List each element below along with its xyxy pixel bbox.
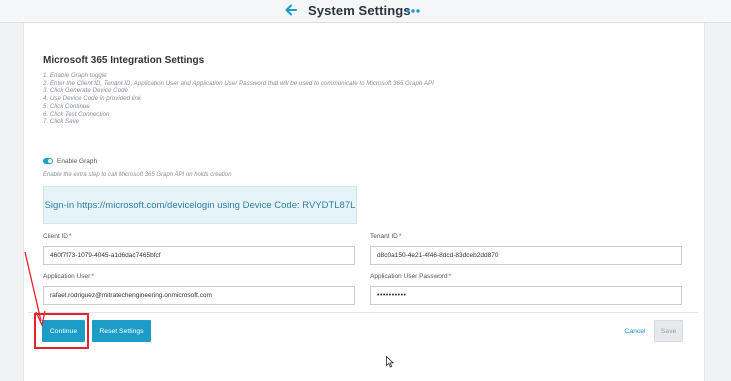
device-code-suffix: using Device Code: RVYDTL87L xyxy=(214,200,356,211)
enable-graph-label: Enable Graph xyxy=(57,158,98,165)
app-user-value: rafael.rodriguez@mitratechengineering.on… xyxy=(50,292,212,299)
tenant-id-label-text: Tenant ID xyxy=(370,233,398,240)
tenant-id-field[interactable]: d8c0a150-4e21-4f46-8dcd-83dceb2dd870 xyxy=(370,246,682,265)
client-id-field[interactable]: 460f7f73-1079-4045-a1d6dac7465bfcf xyxy=(43,246,355,265)
tenant-id-value: d8c0a150-4e21-4f46-8dcd-83dceb2dd870 xyxy=(377,252,499,259)
required-marker: * xyxy=(398,233,402,240)
tenant-id-label: Tenant ID* xyxy=(370,233,401,240)
app-password-label-text: Application User Password xyxy=(370,273,448,280)
required-marker: * xyxy=(448,273,452,280)
top-bar: System Settings xyxy=(0,0,731,23)
mouse-cursor-icon xyxy=(386,356,394,368)
toggle-knob xyxy=(48,159,52,163)
required-marker: * xyxy=(68,233,72,240)
instruction-step: 1. Enable Graph toggle xyxy=(43,72,107,79)
instruction-step: 4. Use Device Code in provided link xyxy=(43,95,142,103)
device-code-message: Sign-in https://microsoft.com/devicelogi… xyxy=(44,200,356,211)
cancel-button[interactable]: Cancel xyxy=(620,320,650,342)
client-id-label: Client ID* xyxy=(43,233,71,240)
client-id-label-text: Client ID xyxy=(43,233,68,240)
section-title: Microsoft 365 Integration Settings xyxy=(43,55,205,66)
reset-settings-button[interactable]: Reset Settings xyxy=(92,320,151,342)
device-code-prefix: Sign-in xyxy=(44,200,77,211)
arrow-left-icon[interactable] xyxy=(284,3,298,17)
app-password-field[interactable]: •••••••••• xyxy=(370,286,682,305)
page-title: System Settings xyxy=(308,3,411,18)
instruction-step: 5. Click Continue xyxy=(43,102,90,110)
footer-divider xyxy=(28,312,698,313)
save-button[interactable]: Save xyxy=(654,320,683,342)
enable-graph-toggle[interactable] xyxy=(43,158,53,164)
instruction-step: 2. Enter the Client ID, Tenant ID, Appli… xyxy=(43,79,434,87)
app-password-label: Application User Password* xyxy=(370,273,451,280)
client-id-value: 460f7f73-1079-4045-a1d6dac7465bfcf xyxy=(50,252,161,259)
device-code-box: Sign-in https://microsoft.com/devicelogi… xyxy=(43,186,357,224)
enable-graph-hint: Enable the extra step to call Microsoft … xyxy=(43,172,232,178)
required-marker: * xyxy=(91,273,94,280)
annotation-arrow-icon xyxy=(24,251,46,328)
instruction-step: 6. Click Test Connection xyxy=(43,110,110,118)
instructions-list: 1. Enable Graph toggle 2. Enter the Clie… xyxy=(43,72,563,126)
app-user-field[interactable]: rafael.rodriguez@mitratechengineering.on… xyxy=(43,286,355,305)
device-login-link[interactable]: https://microsoft.com/devicelogin xyxy=(77,200,215,211)
app-password-value: •••••••••• xyxy=(377,292,407,299)
instruction-step: 7. Click Save xyxy=(43,118,80,126)
instruction-step: 3. Click Generate Device Code xyxy=(43,87,128,95)
more-horizontal-icon[interactable] xyxy=(406,9,420,13)
